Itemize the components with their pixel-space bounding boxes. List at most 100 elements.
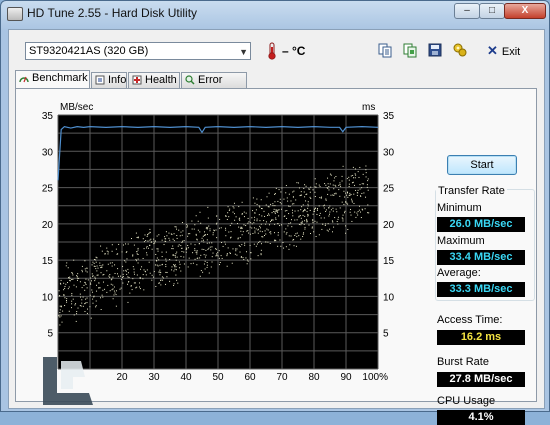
access-time-point: [137, 254, 139, 256]
access-time-point: [63, 294, 65, 296]
access-time-point: [101, 267, 103, 269]
access-time-point: [146, 269, 148, 271]
access-time-point: [203, 254, 205, 256]
access-time-point: [170, 233, 172, 235]
access-time-point: [272, 203, 274, 205]
access-time-point: [292, 212, 294, 214]
access-time-point: [227, 247, 229, 249]
copy-info-icon[interactable]: [377, 42, 393, 58]
access-time-point: [230, 231, 232, 233]
access-time-point: [256, 218, 258, 220]
access-time-point: [89, 306, 91, 308]
access-time-point: [215, 255, 217, 257]
access-time-point: [234, 219, 236, 221]
access-time-point: [309, 191, 311, 193]
access-time-point: [187, 235, 189, 237]
access-time-point: [201, 237, 203, 239]
access-time-point: [151, 248, 153, 250]
access-time-point: [353, 202, 355, 204]
access-time-point: [71, 294, 73, 296]
access-time-point: [132, 255, 134, 257]
access-time-point: [325, 198, 327, 200]
access-time-point: [367, 180, 369, 182]
access-time-point: [263, 220, 265, 222]
y-left-tick-label: 15: [42, 256, 54, 267]
access-time-point: [92, 298, 94, 300]
access-time-point: [280, 203, 282, 205]
access-time-point: [164, 240, 166, 242]
access-time-point: [84, 303, 86, 305]
access-time-point: [266, 196, 268, 198]
tab-info[interactable]: Info: [91, 72, 127, 88]
access-time-point: [143, 269, 145, 271]
access-time-point: [226, 218, 228, 220]
maximize-button[interactable]: □: [479, 3, 505, 19]
access-time-point: [150, 241, 152, 243]
access-time-point: [222, 245, 224, 247]
access-time-point: [363, 192, 365, 194]
title-bar: HD Tune 2.55 - Hard Disk Utility – □ X: [1, 1, 549, 27]
access-time-point: [121, 251, 123, 253]
access-time-point: [142, 257, 144, 259]
access-time-point: [137, 258, 139, 260]
close-button[interactable]: X: [504, 3, 546, 19]
access-time-point: [324, 224, 326, 226]
access-time-point: [277, 209, 279, 211]
access-time-point: [100, 297, 102, 299]
access-time-point: [338, 189, 340, 191]
access-time-point: [274, 211, 276, 213]
start-button[interactable]: Start: [447, 155, 517, 175]
access-time-point: [141, 266, 143, 268]
access-time-point: [182, 240, 184, 242]
tab-error-scan[interactable]: Error Scan: [181, 72, 247, 101]
access-time-point: [325, 210, 327, 212]
access-time-point: [287, 200, 289, 202]
access-time-point: [153, 238, 155, 240]
access-time-point: [85, 270, 87, 272]
access-time-point: [95, 256, 97, 258]
options-icon[interactable]: [452, 42, 468, 58]
access-time-point: [155, 253, 157, 255]
access-time-point: [92, 275, 94, 277]
access-time-point: [239, 237, 241, 239]
access-time-point: [277, 223, 279, 225]
access-time-point: [66, 262, 68, 264]
access-time-point: [363, 183, 365, 185]
access-time-point: [361, 187, 363, 189]
access-time-point: [159, 269, 161, 271]
access-time-point: [135, 287, 137, 289]
access-time-point: [367, 212, 369, 214]
tab-health[interactable]: Health: [128, 72, 180, 88]
access-time-point: [165, 231, 167, 233]
save-icon[interactable]: [427, 42, 443, 58]
access-time-point: [133, 268, 135, 270]
access-time-point: [148, 232, 150, 234]
access-time-point: [139, 282, 141, 284]
access-time-point: [181, 242, 183, 244]
minimize-button[interactable]: –: [454, 3, 480, 19]
access-time-point: [259, 206, 261, 208]
access-time-point: [277, 245, 279, 247]
tab-benchmark[interactable]: Benchmark: [15, 70, 90, 89]
access-time-point: [173, 233, 175, 235]
drive-select[interactable]: ST9320421AS (320 GB) ▼: [25, 42, 251, 60]
access-time-point: [100, 267, 102, 269]
access-time-point: [174, 264, 176, 266]
access-time-point: [341, 175, 343, 177]
access-time-point: [347, 228, 349, 230]
access-time-point: [213, 230, 215, 232]
access-time-point: [221, 257, 223, 259]
access-time-point: [312, 220, 314, 222]
access-time-point: [172, 254, 174, 256]
access-time-point: [216, 254, 218, 256]
access-time-point: [218, 227, 220, 229]
access-time-point: [262, 236, 264, 238]
access-time-point: [185, 247, 187, 249]
access-time-point: [237, 223, 239, 225]
copy-screenshot-icon[interactable]: [402, 42, 418, 58]
access-time-point: [275, 218, 277, 220]
access-time-point: [175, 269, 177, 271]
exit-button[interactable]: ✕ Exit: [487, 43, 520, 59]
access-time-point: [240, 256, 242, 258]
access-time-point: [329, 228, 331, 230]
